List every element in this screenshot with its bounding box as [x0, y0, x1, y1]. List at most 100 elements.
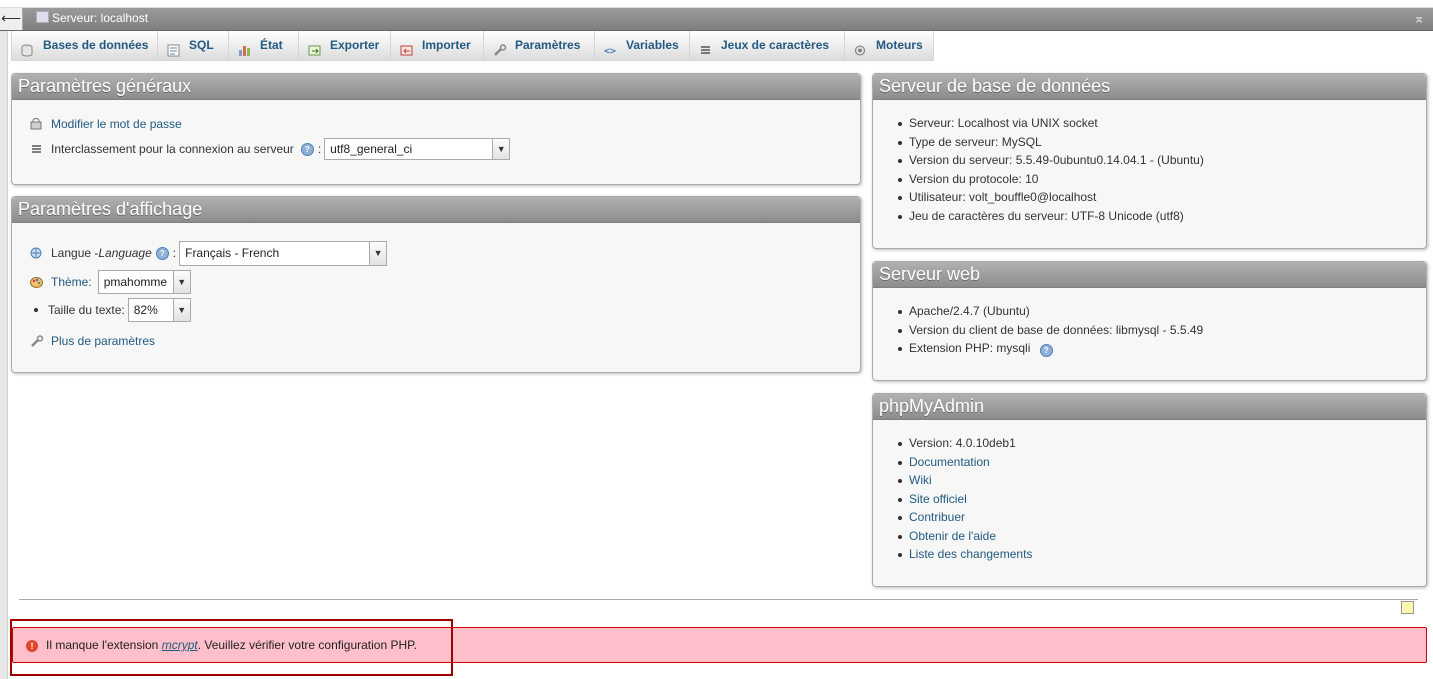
tab-import[interactable]: Importer: [391, 31, 484, 61]
web-server-list: Apache/2.4.7 (Ubuntu) Version du client …: [891, 302, 1203, 358]
collation-value: utf8_general_ci: [330, 142, 413, 156]
more-settings-row: Plus de paramètres: [30, 334, 155, 348]
list-item: Apache/2.4.7 (Ubuntu): [891, 302, 1203, 321]
display-settings-panel: Paramètres d'affichage Langue - Language…: [11, 196, 861, 373]
web-server-title: Serveur web: [873, 262, 1426, 288]
wiki-link[interactable]: Wiki: [909, 473, 932, 487]
language-value: Français - French: [185, 246, 280, 260]
tab-status[interactable]: État: [229, 31, 299, 61]
status-chart-icon: [238, 39, 252, 56]
server-title[interactable]: Serveur: localhost: [36, 11, 148, 25]
db-server-list: Serveur: Localhost via UNIX socket Type …: [891, 114, 1204, 225]
fontsize-label: Taille du texte:: [48, 303, 125, 317]
bullet: [34, 308, 38, 312]
fontsize-row: Taille du texte: 82% ▼: [34, 298, 191, 322]
help-icon[interactable]: ?: [155, 246, 169, 260]
import-icon: [400, 39, 414, 56]
display-settings-title: Paramètres d'affichage: [12, 197, 860, 223]
list-item: Jeu de caractères du serveur: UTF-8 Unic…: [891, 207, 1204, 226]
web-server-panel: Serveur web Apache/2.4.7 (Ubuntu) Versio…: [872, 261, 1427, 381]
sql-icon: [167, 39, 181, 57]
engine-icon: [854, 39, 868, 56]
list-item: Contribuer: [891, 508, 1032, 527]
language-label: Langue -: [51, 246, 99, 260]
export-icon: [308, 39, 322, 56]
tab-settings[interactable]: Paramètres: [484, 31, 595, 61]
language-row: Langue - Language ? : Français - French ▼: [30, 240, 388, 266]
documentation-link[interactable]: Documentation: [909, 455, 990, 469]
phpmyadmin-list: Version: 4.0.10deb1 Documentation Wiki S…: [891, 434, 1032, 564]
collation-select[interactable]: utf8_general_ci ▼: [324, 138, 511, 160]
theme-value: pmahomme: [103, 275, 168, 289]
list-item: Version du client de base de données: li…: [891, 321, 1203, 340]
highlight-annotation-box: [10, 619, 453, 676]
server-icon: [36, 11, 49, 23]
changelog-link[interactable]: Liste des changements: [909, 547, 1032, 561]
chevron-down-icon: ▼: [369, 241, 387, 265]
browser-bookmarks-strip: [0, 0, 1433, 8]
back-arrow-icon[interactable]: ⟵: [0, 8, 23, 30]
password-icon: [30, 117, 44, 131]
palette-icon: [30, 276, 44, 289]
list-item: Serveur: Localhost via UNIX socket: [891, 114, 1204, 133]
change-password-row: Modifier le mot de passe: [30, 117, 182, 131]
contribute-link[interactable]: Contribuer: [909, 510, 965, 524]
tab-export[interactable]: Exporter: [299, 31, 391, 61]
fontsize-value: 82%: [133, 303, 158, 317]
wrench-icon: [493, 39, 507, 56]
tab-databases[interactable]: Bases de données: [11, 31, 158, 61]
svg-text:<>: <>: [604, 46, 616, 57]
list-item: Site officiel: [891, 490, 1032, 509]
divider: [19, 599, 1418, 600]
collation-label: Interclassement pour la connexion au ser…: [51, 142, 294, 156]
theme-select[interactable]: pmahomme ▼: [97, 270, 191, 294]
list-item: Version du protocole: 10: [891, 170, 1204, 189]
general-settings-title: Paramètres généraux: [12, 74, 860, 100]
tab-variables[interactable]: <> Variables: [595, 31, 690, 61]
list-item: Version: 4.0.10deb1: [891, 434, 1032, 453]
php-extension-text: Extension PHP: mysqli: [909, 341, 1031, 355]
language-select[interactable]: Français - French ▼: [179, 240, 388, 266]
fontsize-select[interactable]: 82% ▼: [127, 298, 191, 322]
database-icon: [21, 39, 35, 57]
general-settings-panel: Paramètres généraux Modifier le mot de p…: [11, 73, 861, 185]
console-note-icon[interactable]: [1401, 601, 1414, 614]
navigation-collapsed-bar[interactable]: [0, 31, 8, 679]
list-item: Obtenir de l'aide: [891, 527, 1032, 546]
tab-engines[interactable]: Moteurs: [845, 31, 934, 61]
language-icon: [30, 247, 44, 260]
list-item: Version du serveur: 5.5.49-0ubuntu0.14.0…: [891, 151, 1204, 170]
tab-charsets[interactable]: Jeux de caractères: [690, 31, 845, 61]
help-icon[interactable]: ?: [1039, 344, 1053, 357]
help-icon[interactable]: ?: [300, 142, 314, 156]
list-item: Documentation: [891, 453, 1032, 472]
change-password-link[interactable]: Modifier le mot de passe: [51, 117, 182, 131]
theme-link[interactable]: Thème:: [51, 275, 92, 289]
theme-row: Thème: pmahomme ▼: [30, 270, 191, 294]
db-server-title: Serveur de base de données: [873, 74, 1426, 100]
variables-icon: <>: [604, 39, 618, 57]
wrench-icon: [30, 334, 44, 348]
chevron-down-icon: ▼: [172, 271, 190, 293]
phpmyadmin-title: phpMyAdmin: [873, 394, 1426, 420]
collation-colon: :: [317, 142, 322, 156]
language-label-italic: Language: [98, 246, 152, 260]
collapse-icon[interactable]: ⌅: [1413, 10, 1425, 27]
chevron-down-icon: ▼: [172, 299, 190, 321]
collation-row: Interclassement pour la connexion au ser…: [30, 137, 511, 161]
list-item: Utilisateur: volt_bouffle0@localhost: [891, 188, 1204, 207]
phpmyadmin-panel: phpMyAdmin Version: 4.0.10deb1 Documenta…: [872, 393, 1427, 587]
chevron-down-icon: ▼: [492, 139, 510, 159]
official-site-link[interactable]: Site officiel: [909, 492, 967, 506]
db-server-panel: Serveur de base de données Serveur: Loca…: [872, 73, 1427, 249]
charset-icon: [699, 39, 713, 54]
tab-sql[interactable]: SQL: [158, 31, 229, 61]
server-breadcrumb-bar: ⟵ Serveur: localhost ⌅: [0, 8, 1433, 31]
list-item: Extension PHP: mysqli ?: [891, 339, 1203, 358]
get-help-link[interactable]: Obtenir de l'aide: [909, 529, 996, 543]
language-colon: :: [172, 246, 177, 260]
list-icon: [30, 143, 44, 156]
server-title-text: Serveur: localhost: [52, 11, 149, 25]
more-settings-link[interactable]: Plus de paramètres: [51, 334, 155, 348]
list-item: Wiki: [891, 471, 1032, 490]
